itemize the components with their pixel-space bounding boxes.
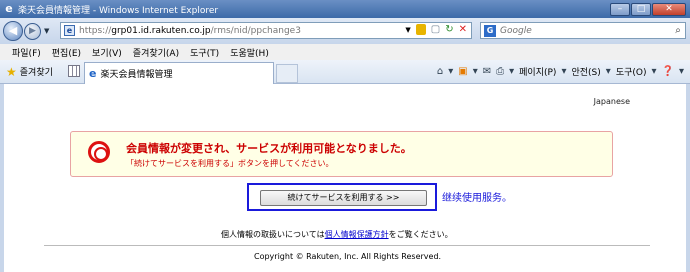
menu-view[interactable]: 보기(V) [92,46,122,59]
minimize-button[interactable]: – [610,2,630,16]
notice-subtitle: 「続けてサービスを利用する」ボタンを押してください。 [126,159,334,168]
tab-title: 楽天会員情報管理 [100,70,173,80]
menu-bar: 파일(F) 편집(E) 보기(V) 즐겨찾기(A) 도구(T) 도움말(H) [0,44,690,60]
privacy-notice: 個人情報の取扱いについては個人情報保護方針をご覧ください。 [221,229,453,240]
print-dropdown-icon: ▾ [509,66,515,77]
success-notice: 会員情報が変更され、サービスが利用可能となりました。 「続けてサービスを利用する… [70,131,613,177]
home-dropdown-icon: ▾ [448,66,454,77]
lock-icon[interactable] [415,24,426,35]
address-row: ◀ ▶ ▼ e https://grp01.id.rakuten.co.jp/r… [0,18,690,44]
menu-favorites[interactable]: 즐겨찾기(A) [133,46,179,59]
favorites-bar: ★ 즐겨찾기 e 楽天会員情報管理 ⌂ ▾ ▣ ▾ ✉ ⎙ ▾ 페이지(P) ▾ 안전(… [0,60,690,84]
help-dropdown-icon: ▾ [678,66,684,77]
window-controls: – □ ✕ [610,2,686,16]
window-title: 楽天会員情報管理 - Windows Internet Explorer [18,5,219,16]
menu-help[interactable]: 도움말(H) [230,46,269,59]
feeds-icon[interactable]: ▣ [458,66,467,77]
page-menu[interactable]: 페이지(P) [519,65,556,78]
favorites-label: 즐겨찾기 [19,68,53,78]
address-icons: ▼ ▢ ↻ ✕ [405,24,467,35]
search-box[interactable]: G ⌕ [480,22,686,39]
search-icon[interactable]: ⌕ [671,25,685,36]
notice-title: 会員情報が変更され、サービスが利用可能となりました。 [126,142,412,155]
favorites-button[interactable]: ★ 즐겨찾기 [6,64,53,79]
print-icon[interactable]: ⎙ [496,66,504,77]
new-tab-button[interactable] [276,64,298,83]
refresh-icon[interactable]: ↻ [445,24,453,35]
page-icon: e [64,25,75,36]
safety-dropdown-icon: ▾ [605,66,611,77]
menu-file[interactable]: 파일(F) [12,46,41,59]
quick-tabs-icon[interactable] [68,65,80,77]
mail-icon[interactable]: ✉ [483,66,491,77]
compat-view-icon[interactable]: ▢ [431,24,440,35]
url-value[interactable]: https://grp01.id.rakuten.co.jp/rms/nid/p… [79,26,301,36]
menu-edit[interactable]: 편집(E) [52,46,81,59]
help-icon[interactable]: ❓ [662,66,674,77]
language-label[interactable]: Japanese [594,97,630,106]
annotation-text: 继续使用服务。 [442,193,512,204]
feeds-dropdown-icon: ▾ [472,66,478,77]
star-icon: ★ [6,64,17,79]
target-icon [88,141,110,163]
tools-dropdown-icon: ▾ [651,66,657,77]
back-button[interactable]: ◀ [3,21,23,41]
copyright: Copyright © Rakuten, Inc. All Rights Res… [254,252,442,261]
address-dropdown-icon[interactable]: ▼ [405,26,410,34]
history-dropdown-icon[interactable]: ▼ [44,27,49,35]
window-titlebar: e 楽天会員情報管理 - Windows Internet Explorer –… [0,0,690,18]
continue-service-button[interactable]: 続けてサービスを利用する >> [260,190,427,206]
forward-button[interactable]: ▶ [24,22,41,40]
search-input[interactable] [500,25,671,36]
google-icon: G [484,24,496,37]
close-button[interactable]: ✕ [652,2,686,16]
privacy-policy-link[interactable]: 個人情報保護方針 [325,230,389,239]
maximize-button[interactable]: □ [631,2,651,16]
privacy-suffix: をご覧ください。 [388,230,453,239]
menu-tools[interactable]: 도구(T) [190,46,219,59]
command-bar: ⌂ ▾ ▣ ▾ ✉ ⎙ ▾ 페이지(P) ▾ 안전(S) ▾ 도구(O) ▾ ❓ ▾ [437,65,684,78]
safety-menu[interactable]: 안전(S) [571,65,600,78]
home-icon[interactable]: ⌂ [437,66,443,77]
tab-rakuten[interactable]: e 楽天会員情報管理 [84,62,274,84]
page-dropdown-icon: ▾ [561,66,567,77]
address-bar[interactable]: e https://grp01.id.rakuten.co.jp/rms/nid… [60,22,472,39]
ie-page-icon: e [89,67,97,80]
footer-divider [44,245,650,246]
ie-logo-icon: e [5,2,13,15]
stop-icon[interactable]: ✕ [459,24,467,35]
privacy-prefix: 個人情報の取扱いについては [221,230,325,239]
page-content: Japanese 会員情報が変更され、サービスが利用可能となりました。 「続けて… [0,84,690,272]
tools-menu[interactable]: 도구(O) [616,65,647,78]
